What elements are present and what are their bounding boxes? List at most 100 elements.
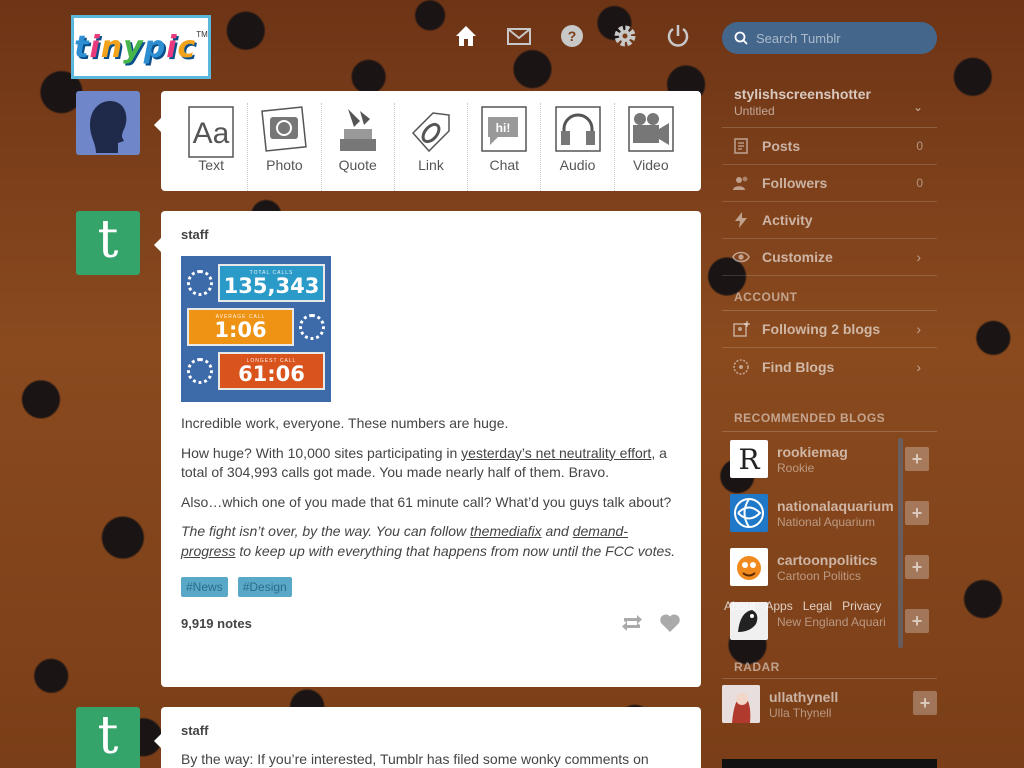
post-paragraph: Also…which one of you made that 61 minut… [181,493,672,510]
search-box[interactable] [722,22,937,54]
eye-icon [732,251,750,263]
post-type-text[interactable]: Aa Text [175,103,249,191]
post-type-chat[interactable]: hi! Chat [468,103,542,191]
post-type-video[interactable]: Video [615,103,687,191]
sidebar-item-activity[interactable]: Activity [722,202,937,239]
footer-link-privacy[interactable]: Privacy [842,599,881,613]
sidebar-item-following[interactable]: Following 2 blogs › [722,311,937,348]
chat-icon: hi! [481,106,528,152]
notes-count[interactable]: 9,919 notes [181,616,252,631]
sidebar-item-customize[interactable]: Customize › [722,239,937,276]
search-input[interactable] [756,30,926,46]
recommended-scrollbar[interactable] [898,438,903,648]
followers-icon [733,176,748,190]
sidebar-item-posts[interactable]: Posts 0 [722,128,937,165]
svg-text:Aa: Aa [193,117,230,150]
post-paragraph: How huge? With 10,000 sites participatin… [181,444,667,481]
mail-icon[interactable] [503,20,535,52]
user-avatar[interactable] [76,91,140,155]
tag-design[interactable]: #Design [237,577,292,597]
follow-button[interactable]: + [905,609,929,633]
text-icon: Aa [188,106,234,158]
follow-button[interactable]: + [905,555,929,579]
search-icon [734,31,748,45]
sidebar-item-find-blogs[interactable]: Find Blogs › [722,348,937,385]
spinner-icon [187,270,213,296]
blog-name: stylishscreenshotter [734,86,871,102]
post-type-photo[interactable]: Photo [248,103,322,191]
staff-avatar[interactable]: t [76,211,140,275]
camera-icon [261,106,308,152]
tinypic-logo[interactable]: tinypic TM [71,15,211,79]
logo-trademark: TM [196,30,208,39]
blog-title: Untitled [734,104,775,118]
tumblr-t-icon: t [97,211,119,270]
post-type-link[interactable]: Link [395,103,469,191]
link-icon [411,112,450,153]
stat-box: AVERAGE CALL 1:06 [187,308,294,346]
post-type-audio[interactable]: Audio [541,103,615,191]
blog-selector[interactable]: stylishscreenshotter Untitled ⌄ [722,80,937,128]
help-icon[interactable]: ? [556,20,588,52]
home-icon[interactable] [450,20,482,52]
nationalaquarium-avatar [730,494,768,532]
post-author[interactable]: staff [181,227,681,242]
recommended-blog-item[interactable]: nationalaquarium National Aquarium + [722,486,937,540]
rookiemag-avatar: R [730,440,768,478]
reblog-icon[interactable] [621,613,643,633]
stat-row: AVERAGE CALL 1:06 [187,308,325,346]
post-footer: 9,919 notes [181,613,681,633]
account-section-title: ACCOUNT [722,276,937,311]
recommended-blog-item[interactable]: R rookiemag Rookie + [722,432,937,486]
post-card: staff TOTAL CALLS 135,343 AVERAGE CALL 1… [154,211,701,687]
stat-box: TOTAL CALLS 135,343 [218,264,325,302]
follow-button[interactable]: + [905,501,929,525]
post-composer: Aa Text Photo Quote Link hi! Chat Audio … [154,91,701,191]
tag-news[interactable]: #News [181,577,228,597]
radar-avatar [722,685,760,723]
post-type-quote[interactable]: Quote [322,103,395,191]
post-paragraph: The fight isn’t over, by the way. You ca… [181,523,676,559]
post-paragraph: By the way: If you’re interested, Tumblr… [181,751,649,767]
post-image[interactable]: TOTAL CALLS 135,343 AVERAGE CALL 1:06 LO… [181,256,331,402]
posts-icon [734,138,748,154]
post-card: staff By the way: If you’re interested, … [154,707,701,768]
themediafix-link[interactable]: themediafix [470,523,542,539]
followers-count: 0 [916,176,923,190]
recommended-blogs-list: R rookiemag Rookie + nationalaquarium Nati… [722,432,937,650]
recommended-section-title: RECOMMENDED BLOGS [722,385,937,432]
head-silhouette-icon [90,101,127,153]
gear-icon[interactable] [609,20,641,52]
staff-avatar[interactable]: t [76,707,140,768]
sidebar-item-followers[interactable]: Followers 0 [722,165,937,202]
svg-text:hi!: hi! [496,121,511,135]
spinner-icon [299,314,325,340]
chevron-right-icon: › [916,358,921,375]
lightning-icon [735,212,747,228]
recommended-blog-item[interactable]: cartoonpolitics Cartoon Politics + [722,540,937,594]
follow-button[interactable]: + [905,447,929,471]
footer-link-legal[interactable]: Legal [803,599,832,613]
stat-box: LONGEST CALL 61:06 [218,352,325,390]
footer-link-about[interactable]: About [724,599,755,613]
footer-links: About Apps Legal Privacy [724,599,881,613]
post-tags: #News #Design [181,577,681,597]
following-icon [733,321,750,337]
net-neutrality-link[interactable]: yesterday’s net neutrality effort [461,445,651,461]
power-icon[interactable] [662,20,694,52]
radar-item[interactable]: ullathynell Ulla Thynell + [722,679,937,729]
tumblr-t-icon: t [97,707,119,766]
radar-section-title: RADAR [722,650,937,679]
heart-icon[interactable] [659,613,681,633]
chevron-down-icon: ⌄ [912,100,923,114]
post-author[interactable]: staff [181,723,681,738]
posts-count: 0 [916,139,923,153]
stat-row: TOTAL CALLS 135,343 [187,264,325,302]
quote-icon [339,109,376,151]
follow-button[interactable]: + [913,691,937,715]
svg-text:?: ? [568,28,577,44]
chevron-right-icon: › [916,321,921,337]
sidebar-bottom-bar [722,759,937,768]
footer-link-apps[interactable]: Apps [765,599,792,613]
post-actions [621,613,681,633]
